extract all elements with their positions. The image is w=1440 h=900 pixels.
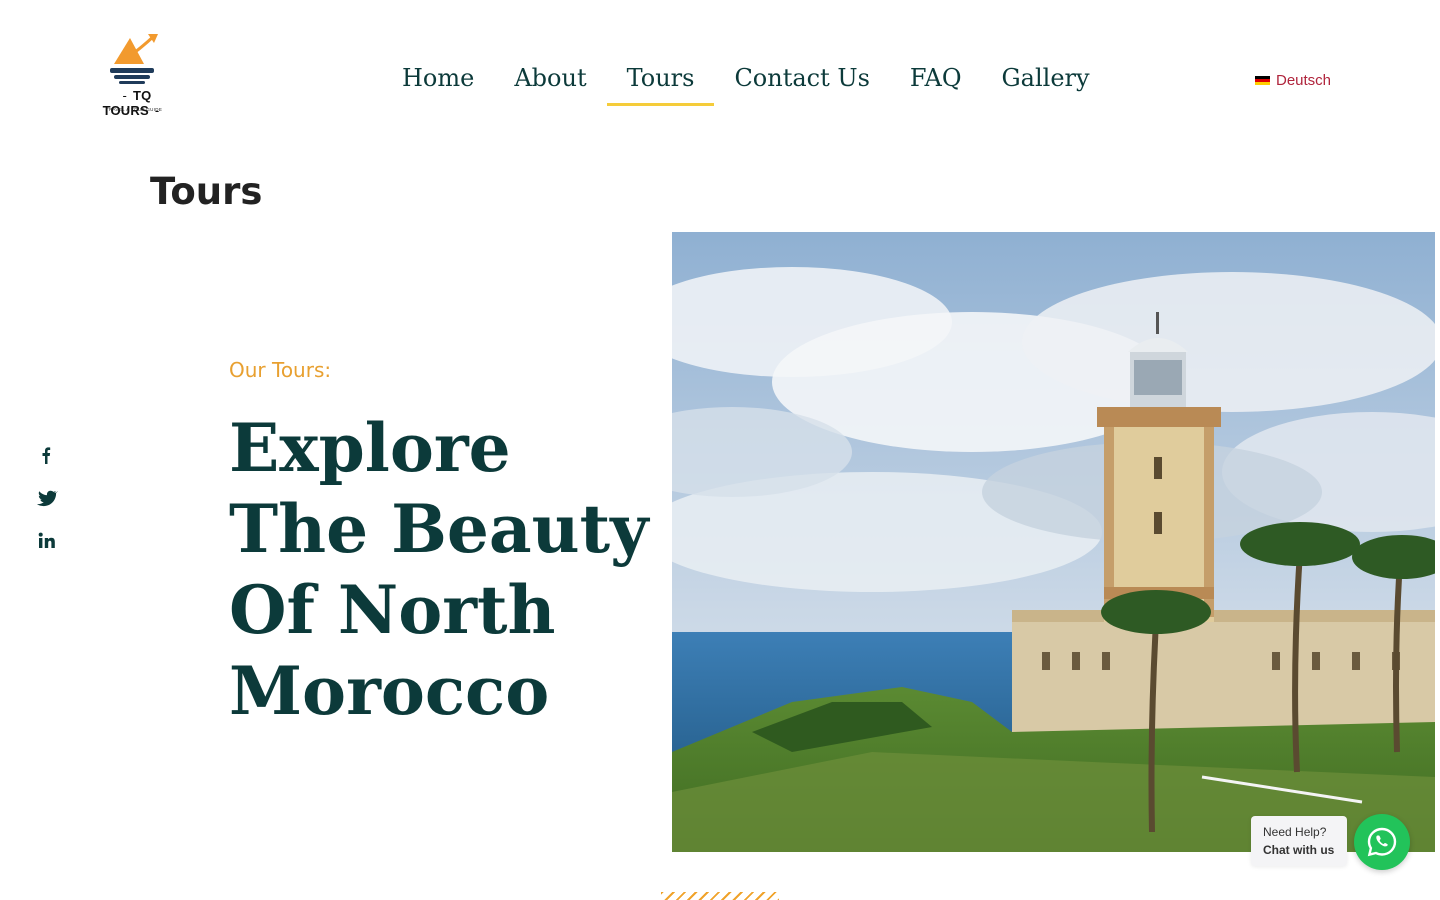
facebook-icon[interactable] bbox=[36, 444, 58, 466]
hero-image-lighthouse bbox=[672, 232, 1435, 852]
nav-tours[interactable]: Tours bbox=[606, 56, 715, 106]
whatsapp-icon bbox=[1367, 827, 1397, 857]
language-switcher[interactable]: Deutsch bbox=[1255, 72, 1331, 89]
nav-contact-us[interactable]: Contact Us bbox=[714, 56, 889, 100]
germany-flag-icon bbox=[1255, 75, 1270, 86]
nav-about[interactable]: About bbox=[494, 56, 606, 100]
brand-tagline: TRAVEL & TOUR GUIDE bbox=[105, 107, 163, 112]
decorative-stripe-divider bbox=[661, 892, 779, 900]
nav-faq[interactable]: FAQ bbox=[890, 56, 982, 100]
headline-line: Morocco bbox=[229, 652, 550, 730]
brand-name: TQ TOURS bbox=[84, 88, 184, 118]
hero-headline: Explore The Beauty Of North Morocco bbox=[229, 408, 649, 732]
page-title: Tours bbox=[150, 170, 263, 213]
social-links bbox=[36, 444, 60, 573]
twitter-icon[interactable] bbox=[36, 487, 58, 509]
logo-icon bbox=[110, 34, 158, 84]
headline-line: Of North bbox=[229, 571, 556, 649]
headline-line: Explore bbox=[229, 409, 511, 487]
language-label: Deutsch bbox=[1276, 72, 1332, 89]
chat-help-card[interactable]: Need Help? Chat with us bbox=[1251, 816, 1347, 866]
help-line-1: Need Help? bbox=[1263, 825, 1327, 839]
nav-gallery[interactable]: Gallery bbox=[982, 56, 1110, 100]
help-line-2: Chat with us bbox=[1263, 843, 1335, 857]
headline-line: The Beauty bbox=[229, 490, 649, 568]
hero-eyebrow: Our Tours: bbox=[229, 358, 332, 382]
main-navigation: Home About Tours Contact Us FAQ Gallery bbox=[382, 56, 1110, 108]
nav-home[interactable]: Home bbox=[382, 56, 494, 100]
site-logo[interactable]: TQ TOURS TRAVEL & TOUR GUIDE bbox=[84, 30, 184, 118]
whatsapp-chat-button[interactable] bbox=[1354, 814, 1410, 870]
linkedin-icon[interactable] bbox=[36, 530, 58, 552]
